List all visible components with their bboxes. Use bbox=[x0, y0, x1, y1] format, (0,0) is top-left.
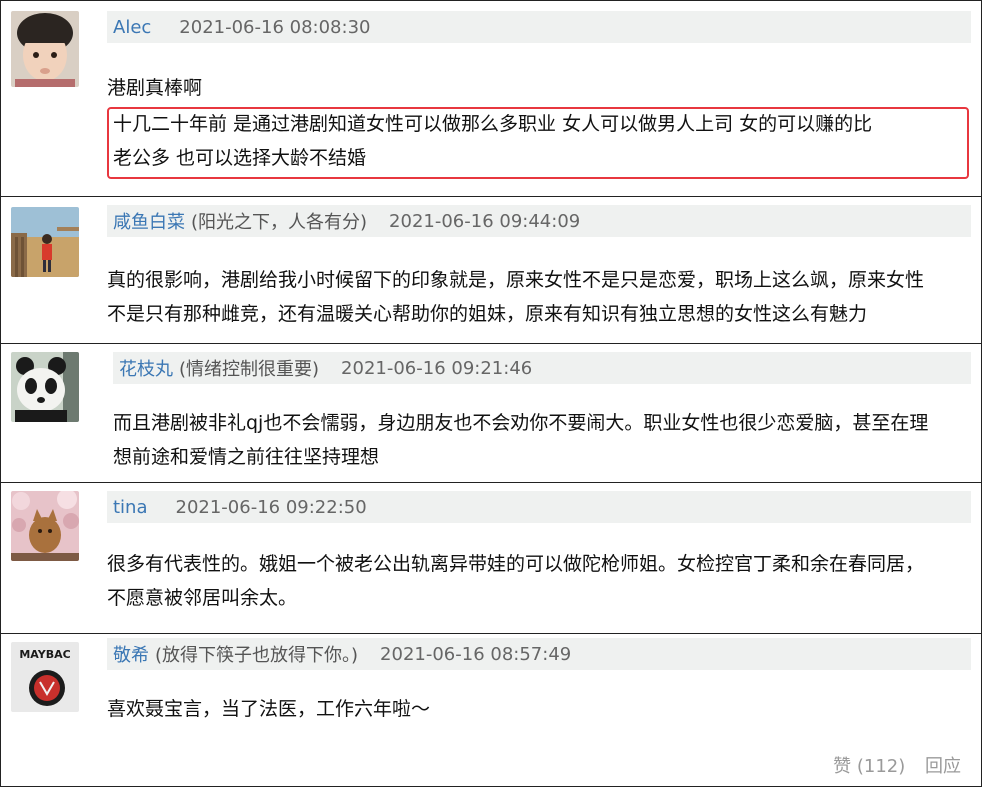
comment-line: 喜欢聂宝言，当了法医，工作六年啦～ bbox=[107, 698, 431, 720]
comment-text: 而且港剧被非礼qj也不会懦弱，身边朋友也不会劝你不要闹大。职业女性也很少恋爱脑，… bbox=[113, 406, 967, 474]
comment-meta: 敬希 (放得下筷子也放得下你。) 2021-06-16 08:57:49 bbox=[107, 638, 971, 670]
outdoor-photo-avatar-icon bbox=[11, 207, 79, 277]
avatar[interactable] bbox=[11, 11, 79, 87]
author-link[interactable]: tina bbox=[113, 497, 148, 518]
avatar[interactable] bbox=[11, 352, 79, 422]
comment-time: 2021-06-16 08:08:30 bbox=[179, 16, 371, 38]
avatar[interactable] bbox=[11, 207, 79, 277]
child-avatar-icon bbox=[11, 11, 79, 87]
comment-line: 不愿意被邻居叫余太。 bbox=[107, 587, 298, 609]
author-signature: (情绪控制很重要) bbox=[179, 359, 320, 380]
author-signature: (阳光之下，人各有分) bbox=[191, 212, 368, 233]
comment-line: 老公多 也可以选择大龄不结婚 bbox=[113, 147, 367, 169]
comment-line: 港剧真棒啊 bbox=[107, 77, 203, 99]
comment-time: 2021-06-16 08:57:49 bbox=[380, 643, 572, 665]
author-link[interactable]: Alec bbox=[113, 17, 151, 38]
comment-line: 想前途和爱情之前往往坚持理想 bbox=[113, 446, 380, 468]
comment-line: 而且港剧被非礼qj也不会懦弱，身边朋友也不会劝你不要闹大。职业女性也很少恋爱脑，… bbox=[113, 412, 929, 434]
comment-line: 真的很影响，港剧给我小时候留下的印象就是，原来女性不是只是恋爱，职场上这么飒，原… bbox=[107, 269, 925, 291]
author-link[interactable]: 咸鱼白菜 bbox=[113, 208, 185, 234]
comment-list: Alec 2021-06-16 08:08:30 港剧真棒啊 十几二十年前 是通… bbox=[0, 0, 982, 787]
reply-button[interactable]: 回应 bbox=[925, 756, 961, 777]
comment-meta: tina 2021-06-16 09:22:50 bbox=[107, 491, 971, 523]
comment-text: 喜欢聂宝言，当了法医，工作六年啦～ bbox=[107, 692, 967, 726]
author-signature: (放得下筷子也放得下你。) bbox=[155, 645, 359, 666]
comment-line: 十几二十年前 是通过港剧知道女性可以做那么多职业 女人可以做男人上司 女的可以赚… bbox=[113, 113, 873, 135]
author-link[interactable]: 花枝丸 bbox=[119, 355, 173, 381]
comment-text: 真的很影响，港剧给我小时候留下的印象就是，原来女性不是只是恋爱，职场上这么飒，原… bbox=[107, 263, 967, 331]
maybach-logo-avatar-icon: MAYBAC bbox=[11, 642, 79, 712]
comment-meta: 咸鱼白菜 (阳光之下，人各有分) 2021-06-16 09:44:09 bbox=[107, 205, 971, 237]
avatar-logo-text: MAYBAC bbox=[19, 648, 70, 661]
comment-item: MAYBAC 敬希 (放得下筷子也放得下你。) 2021-06-16 08:57… bbox=[1, 634, 981, 786]
comment-time: 2021-06-16 09:44:09 bbox=[389, 210, 581, 232]
avatar[interactable]: MAYBAC bbox=[11, 642, 79, 712]
like-button[interactable]: 赞 (112) bbox=[833, 756, 905, 777]
comment-line: 很多有代表性的。娥姐一个被老公出轨离异带娃的可以做陀枪师姐。女检控官丁柔和余在春… bbox=[107, 553, 925, 575]
comment-time: 2021-06-16 09:22:50 bbox=[175, 496, 367, 518]
comment-text: 港剧真棒啊 bbox=[107, 71, 967, 105]
comment-item: tina 2021-06-16 09:22:50 很多有代表性的。娥姐一个被老公… bbox=[1, 483, 981, 634]
cat-blossom-avatar-icon bbox=[11, 491, 79, 561]
avatar[interactable] bbox=[11, 491, 79, 561]
comment-actions: 赞 (112) 回应 bbox=[833, 752, 961, 778]
author-link[interactable]: 敬希 bbox=[113, 641, 149, 667]
comment-item: 咸鱼白菜 (阳光之下，人各有分) 2021-06-16 09:44:09 真的很… bbox=[1, 197, 981, 344]
comment-meta: Alec 2021-06-16 08:08:30 bbox=[107, 11, 971, 43]
comment-meta: 花枝丸 (情绪控制很重要) 2021-06-16 09:21:46 bbox=[113, 352, 971, 384]
highlighted-text: 十几二十年前 是通过港剧知道女性可以做那么多职业 女人可以做男人上司 女的可以赚… bbox=[113, 107, 967, 175]
panda-avatar-icon bbox=[11, 352, 79, 422]
comment-time: 2021-06-16 09:21:46 bbox=[341, 357, 533, 379]
comment-text: 很多有代表性的。娥姐一个被老公出轨离异带娃的可以做陀枪师姐。女检控官丁柔和余在春… bbox=[107, 547, 967, 615]
comment-item: 花枝丸 (情绪控制很重要) 2021-06-16 09:21:46 而且港剧被非… bbox=[1, 344, 981, 483]
comment-line: 不是只有那种雌竞，还有温暖关心帮助你的姐妹，原来有知识有独立思想的女性这么有魅力 bbox=[107, 303, 868, 325]
comment-item: Alec 2021-06-16 08:08:30 港剧真棒啊 十几二十年前 是通… bbox=[1, 1, 981, 197]
